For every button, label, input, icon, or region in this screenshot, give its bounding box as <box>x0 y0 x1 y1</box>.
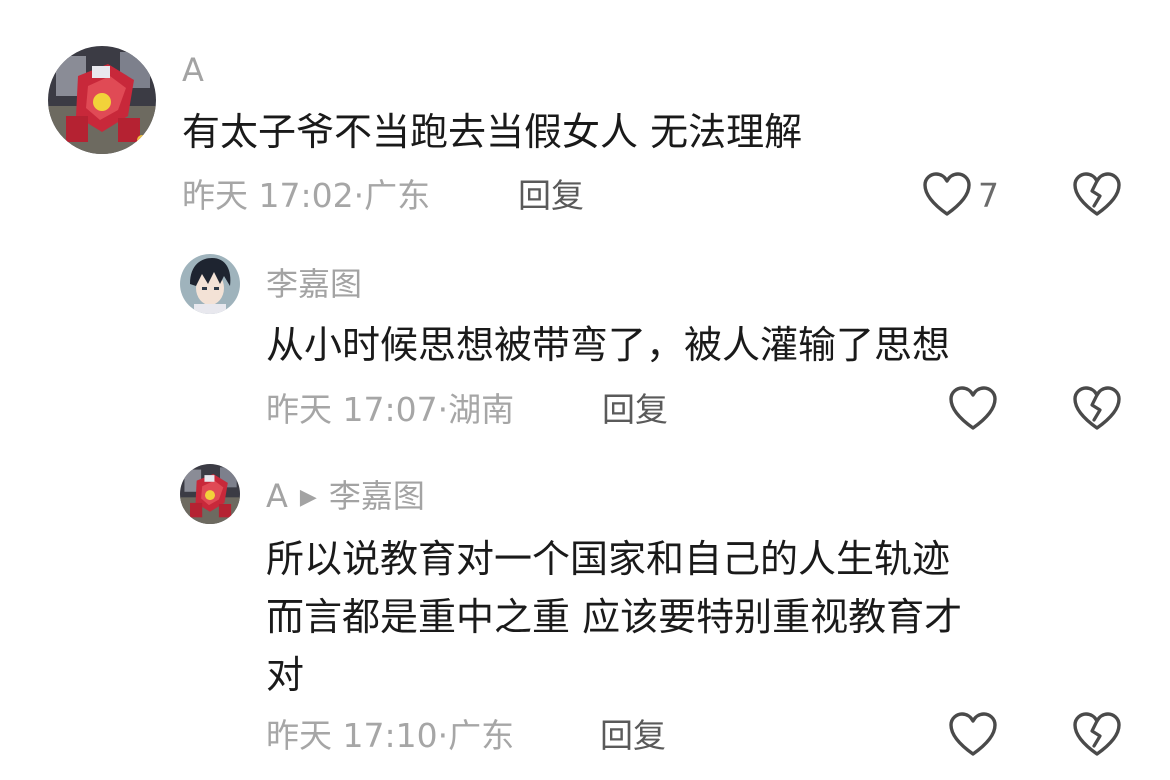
dislike-button[interactable] <box>1072 172 1122 222</box>
meta-separator: · <box>353 176 365 215</box>
reply-button[interactable]: 回复 <box>600 716 666 756</box>
avatar[interactable] <box>48 46 156 154</box>
like-button[interactable] <box>948 386 998 436</box>
meta-separator: · <box>437 390 449 429</box>
broken-heart-outline-icon <box>1073 386 1121 430</box>
comment-username[interactable]: A <box>182 50 204 90</box>
like-button[interactable] <box>948 712 998 762</box>
reply-time: 昨天 17:10 <box>266 716 438 755</box>
avatar-mecha-image <box>180 464 240 524</box>
comment-text: 有太子爷不当跑去当假女人 无法理解 <box>182 110 803 154</box>
reply-username: A ▶ 李嘉图 <box>266 476 425 521</box>
reply-button[interactable]: 回复 <box>602 390 668 430</box>
reply-time: 昨天 17:07 <box>266 390 438 429</box>
reply-to-arrow-icon: ▶ <box>299 485 317 510</box>
reply-item: 李嘉图 从小时候思想被带弯了，被人灌输了思想 昨天 17:07·湖南 回复 <box>0 230 1170 460</box>
comment-meta: 昨天 17:02·广东 <box>182 176 430 216</box>
reply-button[interactable]: 回复 <box>518 176 584 216</box>
comment-location: 广东 <box>364 176 431 215</box>
reply-item: A ▶ 李嘉图 所以说教育对一个国家和自己的人生轨迹 而言都是重中之重 应该要特别重… <box>0 460 1170 780</box>
reply-location: 湖南 <box>448 390 515 429</box>
reply-location: 广东 <box>448 716 515 755</box>
comment-item: A 有太子爷不当跑去当假女人 无法理解 昨天 17:02·广东 回复 7 <box>0 0 1170 230</box>
reply-username[interactable]: 李嘉图 <box>266 264 362 304</box>
avatar-mecha-image <box>48 46 156 154</box>
reply-text: 所以说教育对一个国家和自己的人生轨迹 而言都是重中之重 应该要特别重视教育才 对 <box>266 537 963 697</box>
dislike-button[interactable] <box>1072 712 1122 762</box>
heart-outline-icon <box>949 386 997 430</box>
like-count: 7 <box>978 176 999 215</box>
reply-to-user[interactable]: 李嘉图 <box>329 477 425 515</box>
avatar[interactable] <box>180 464 240 524</box>
broken-heart-outline-icon <box>1073 172 1121 216</box>
meta-separator: · <box>437 716 449 755</box>
avatar[interactable] <box>180 254 240 314</box>
reply-meta: 昨天 17:10·广东 <box>266 716 514 756</box>
heart-outline-icon <box>923 172 971 216</box>
comment-time: 昨天 17:02 <box>182 176 354 215</box>
reply-meta: 昨天 17:07·湖南 <box>266 390 514 430</box>
avatar-anime-image <box>180 254 240 314</box>
heart-outline-icon <box>949 712 997 756</box>
reply-author[interactable]: A <box>266 477 288 515</box>
broken-heart-outline-icon <box>1073 712 1121 756</box>
reply-text: 从小时候思想被带弯了，被人灌输了思想 <box>266 323 951 367</box>
dislike-button[interactable] <box>1072 386 1122 436</box>
like-button[interactable] <box>922 172 972 222</box>
